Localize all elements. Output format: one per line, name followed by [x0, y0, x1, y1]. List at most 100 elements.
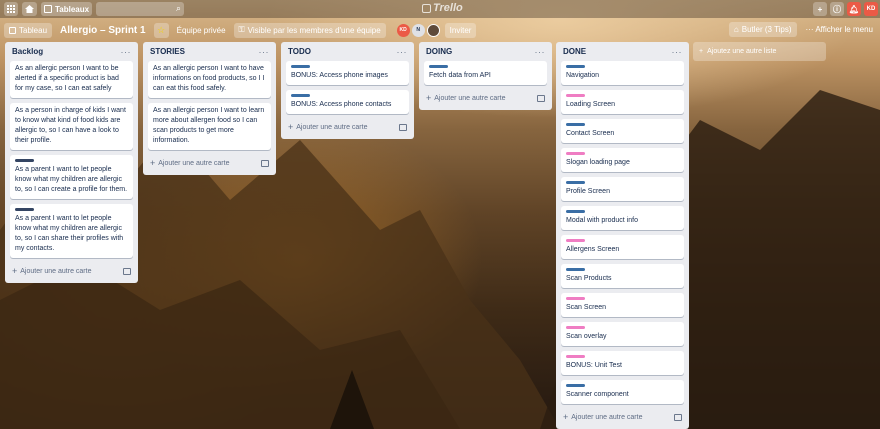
card-template-icon[interactable] [399, 123, 407, 131]
member-avatar[interactable]: N [411, 23, 425, 37]
card[interactable]: Navigation [561, 61, 684, 85]
visibility-label: Visible par les membres d'une équipe [247, 25, 381, 35]
list-title[interactable]: DOING [426, 47, 452, 56]
card-title: Contact Screen [566, 130, 615, 137]
card[interactable]: Modal with product info [561, 206, 684, 230]
list-backlog[interactable]: Backlog ··· As an allergic person I want t… [5, 42, 138, 283]
boards-icon [44, 5, 52, 13]
user-avatar[interactable]: KD [864, 2, 878, 16]
card-label [291, 94, 310, 97]
add-card-label: Ajouter une autre carte [571, 413, 643, 421]
card-label [566, 355, 585, 358]
list-todo[interactable]: TODO ··· BONUS: Access phone images BONUS: … [281, 42, 414, 139]
show-menu-button[interactable]: ··· Afficher le menu [803, 25, 876, 34]
board-title[interactable]: Allergio – Sprint 1 [57, 25, 149, 36]
info-icon[interactable]: ⓘ [830, 2, 844, 16]
list-menu-icon[interactable]: ··· [397, 47, 408, 57]
card-template-icon[interactable] [123, 267, 131, 275]
add-card-button[interactable]: + Ajouter une autre carte [150, 158, 229, 168]
card[interactable]: Scan overlay [561, 322, 684, 346]
search-input[interactable]: ⌕ [96, 2, 185, 16]
card[interactable]: As a person in charge of kids I want to … [10, 103, 133, 150]
card[interactable]: Contact Screen [561, 119, 684, 143]
trello-logo[interactable]: Trello [422, 2, 463, 14]
list-stories[interactable]: STORIES ··· As an allergic person I want t… [143, 42, 276, 175]
boards-button[interactable]: Tableaux [41, 2, 93, 16]
card[interactable]: Fetch data from API [424, 61, 547, 85]
add-card-row: + Ajouter une autre carte [424, 90, 547, 106]
team-button[interactable]: Équipe privée [174, 26, 229, 35]
add-card-row: + Ajouter une autre carte [10, 263, 133, 279]
add-card-button[interactable]: + Ajouter une autre carte [426, 93, 505, 103]
card-template-icon[interactable] [537, 94, 545, 102]
bell-icon[interactable]: 🔔︎ [847, 2, 861, 16]
list-menu-icon[interactable]: ··· [672, 47, 683, 57]
boards-link-label: Tableau [19, 25, 48, 35]
card-title: As an allergic person I want to learn mo… [153, 107, 265, 144]
card[interactable]: Slogan loading page [561, 148, 684, 172]
card[interactable]: Scan Products [561, 264, 684, 288]
show-menu-label: Afficher le menu [815, 25, 873, 34]
list-header: Backlog ··· [10, 42, 133, 61]
add-card-button[interactable]: + Ajouter une autre carte [563, 412, 642, 422]
card-label [566, 384, 585, 387]
list-done[interactable]: DONE ··· Navigation Loading Screen Contact S… [556, 42, 689, 429]
apps-grid-icon[interactable] [4, 2, 18, 16]
card-label [566, 326, 585, 329]
add-card-label: Ajouter une autre carte [434, 94, 506, 102]
list-title[interactable]: TODO [288, 47, 311, 56]
member-avatar[interactable]: KD [396, 23, 410, 37]
search-icon: ⌕ [176, 3, 182, 13]
list-title[interactable]: Backlog [12, 47, 43, 56]
card-template-icon[interactable] [261, 159, 269, 167]
card-title: BONUS: Access phone images [291, 72, 388, 79]
add-card-button[interactable]: + Ajouter une autre carte [12, 266, 91, 276]
card-title: Profile Screen [566, 188, 610, 195]
home-icon[interactable] [22, 2, 37, 16]
card-label [566, 123, 585, 126]
add-card-button[interactable]: + Ajouter une autre carte [288, 122, 367, 132]
list-menu-icon[interactable]: ··· [535, 47, 546, 57]
add-card-row: + Ajouter une autre carte [561, 409, 684, 425]
card[interactable]: Scan Screen [561, 293, 684, 317]
list-doing[interactable]: DOING ··· Fetch data from API + Ajouter une … [419, 42, 552, 110]
card-label [566, 152, 585, 155]
plus-icon[interactable]: + [813, 2, 827, 16]
card-label [566, 268, 585, 271]
boards-link-button[interactable]: Tableau [4, 22, 53, 38]
card-template-icon[interactable] [674, 413, 682, 421]
boards-label: Tableaux [55, 4, 90, 14]
more-icon: ··· [805, 25, 814, 34]
card[interactable]: BONUS: Access phone contacts [286, 90, 409, 114]
invite-button[interactable]: Inviter [444, 22, 477, 38]
visibility-button[interactable]: ⚿ Visible par les membres d'une équipe [233, 22, 386, 38]
logo-text: Trello [433, 2, 463, 14]
add-card-label: Ajouter une autre carte [296, 123, 368, 131]
star-icon[interactable]: ☆ [153, 22, 169, 38]
add-list-button[interactable]: + Ajoutez une autre liste [693, 42, 826, 61]
card[interactable]: As an allergic person I want to learn mo… [148, 103, 271, 150]
member-avatar[interactable] [426, 23, 440, 37]
card[interactable]: As a parent I want to let people know wh… [10, 155, 133, 199]
list-header: DONE ··· [561, 42, 684, 61]
card[interactable]: Profile Screen [561, 177, 684, 201]
card[interactable]: As a parent I want to let people know wh… [10, 204, 133, 258]
list-title[interactable]: STORIES [150, 47, 185, 56]
list-menu-icon[interactable]: ··· [259, 47, 270, 57]
butler-label: Butler (3 Tips) [741, 25, 792, 34]
card[interactable]: BONUS: Access phone images [286, 61, 409, 85]
butler-button[interactable]: ⌂ Butler (3 Tips) [728, 22, 797, 37]
add-card-row: + Ajouter une autre carte [148, 155, 271, 171]
card[interactable]: As an allergic person I want to be alert… [10, 61, 133, 98]
card-label [566, 210, 585, 213]
card[interactable]: Allergens Screen [561, 235, 684, 259]
list-menu-icon[interactable]: ··· [121, 47, 132, 57]
card[interactable]: As an allergic person I want to have inf… [148, 61, 271, 98]
card[interactable]: Loading Screen [561, 90, 684, 114]
list-title[interactable]: DONE [563, 47, 586, 56]
card[interactable]: Scanner component [561, 380, 684, 404]
card[interactable]: BONUS: Unit Test [561, 351, 684, 375]
board-icon [9, 26, 16, 34]
card-title: Scan Products [566, 275, 612, 282]
list-header: STORIES ··· [148, 42, 271, 61]
